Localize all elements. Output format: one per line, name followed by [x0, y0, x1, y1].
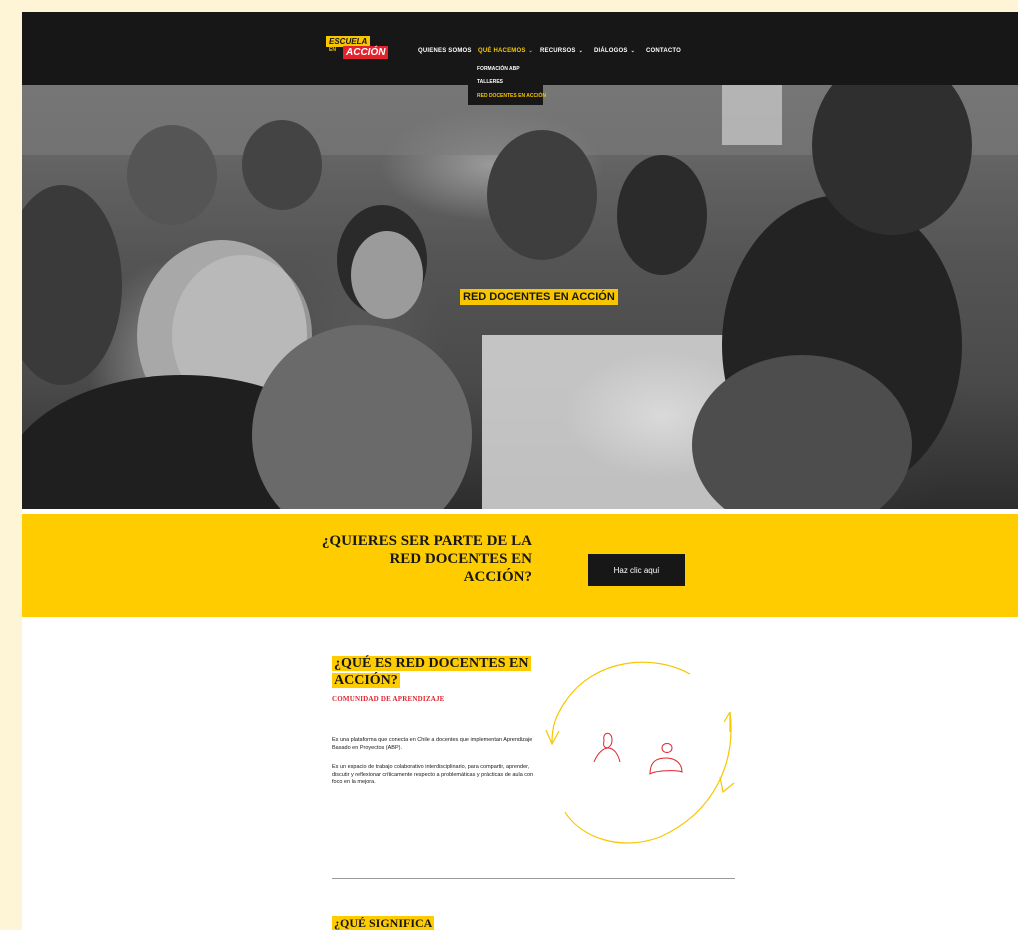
cta-question-line: RED DOCENTES EN [389, 551, 532, 567]
nav-item-recursos[interactable]: RECURSOS ⌄ [540, 48, 583, 54]
section-title-que-significa: ¿QUÉ SIGNIFICA [332, 916, 435, 930]
nav-item-dialogos[interactable]: DIÁLOGOS ⌄ [594, 48, 635, 54]
page: ESCUELA EN ACCIÓN QUIENES SOMOS QUÉ HACE… [22, 12, 1018, 930]
community-cycle-illustration [545, 661, 735, 844]
dropdown-item-formacion-abp[interactable]: FORMACIÓN ABP [477, 66, 520, 72]
section-title-line: ¿QUÉ SIGNIFICA [332, 916, 435, 930]
nav-item-label: QUIENES SOMOS [418, 48, 472, 54]
nav-item-label: DIÁLOGOS [594, 48, 628, 54]
nav-item-que-hacemos[interactable]: QUÉ HACEMOS ⌄ [478, 48, 533, 54]
hero-banner-photo: RED DOCENTES EN ACCIÓN [22, 85, 1018, 509]
chevron-down-icon: ⌄ [528, 48, 533, 54]
cta-question-line: ACCIÓN? [463, 569, 532, 585]
cta-band: ¿QUIERES SER PARTE DE LA RED DOCENTES EN… [22, 514, 1018, 617]
logo-text-bottom: ACCIÓN [343, 46, 389, 59]
nav-item-label: QUÉ HACEMOS [478, 48, 526, 54]
chevron-down-icon: ⌄ [578, 48, 583, 54]
section-title-que-es: ¿QUÉ ES RED DOCENTES EN ACCIÓN? [332, 655, 542, 689]
cta-question: ¿QUIERES SER PARTE DE LA RED DOCENTES EN… [312, 532, 532, 586]
chevron-down-icon: ⌄ [630, 48, 635, 54]
section-subtitle: COMUNIDAD DE APRENDIZAJE [332, 695, 445, 703]
logo[interactable]: ESCUELA EN ACCIÓN [326, 36, 389, 62]
hero-title: RED DOCENTES EN ACCIÓN [460, 289, 618, 305]
nav-item-label: RECURSOS [540, 48, 576, 54]
cta-question-line: ¿QUIERES SER PARTE DE LA [321, 533, 532, 549]
dropdown-item-red-docentes[interactable]: RED DOCENTES EN ACCIÓN [477, 93, 546, 99]
section-title-line: ACCIÓN? [332, 673, 400, 688]
section-paragraph-1: Es una plataforma que conecta en Chile a… [332, 737, 533, 751]
join-network-button[interactable]: Haz clic aquí [588, 554, 685, 586]
dropdown-item-talleres[interactable]: TALLERES [477, 79, 503, 85]
section-title-line: ¿QUÉ ES RED DOCENTES EN [332, 656, 531, 671]
nav-item-quienes-somos[interactable]: QUIENES SOMOS [418, 48, 472, 54]
section-paragraph-2: Es un espacio de trabajo colaborativo in… [332, 764, 534, 785]
nav-item-contacto[interactable]: CONTACTO [646, 48, 681, 54]
logo-text-mid: EN [328, 47, 337, 53]
nav-item-label: CONTACTO [646, 48, 682, 54]
section-divider [332, 878, 735, 879]
que-hacemos-dropdown: FORMACIÓN ABP TALLERES RED DOCENTES EN A… [468, 63, 546, 105]
